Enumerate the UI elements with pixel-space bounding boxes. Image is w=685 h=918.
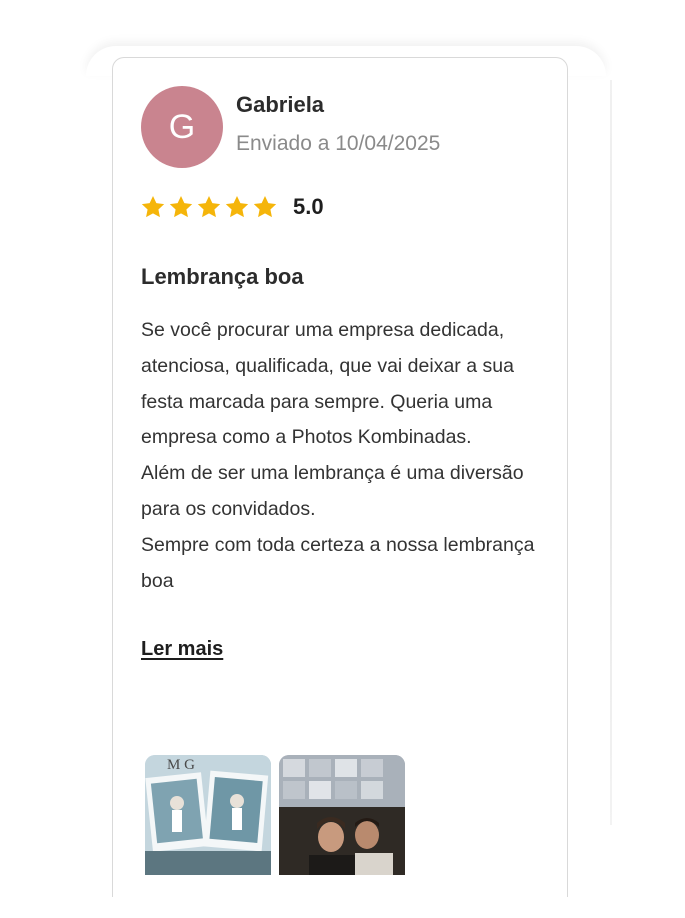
review-card: G Gabriela Enviado a 10/04/2025 5.0 Lemb… [112,57,568,897]
review-paragraph: Se você procurar uma empresa dedicada, a… [141,319,514,449]
photo-monogram: M G [167,757,195,773]
photo-booth-print-image: M G [145,755,271,875]
star-icon [169,195,193,218]
read-more-link[interactable]: Ler mais [141,638,223,661]
star-icon [225,195,249,218]
review-photo-thumbnail[interactable] [279,755,405,875]
reviewer-name: Gabriela [236,92,325,117]
rating: 5.0 [140,194,324,220]
review-paragraph: Sempre com toda certeza a nossa lembranç… [141,533,535,592]
review-title: Lembrança boa [141,264,304,289]
rating-score: 5.0 [293,194,324,219]
star-icon [253,195,277,218]
star-icon [197,195,221,218]
star-rating [140,194,278,220]
review-body: Se você procurar uma empresa dedicada, a… [141,313,551,599]
review-paragraph: Além de ser uma lembrança é uma diversão… [141,462,524,520]
review-date: Enviado a 10/04/2025 [236,132,441,155]
avatar-initial: G [168,107,196,146]
guests-photo-image [279,755,405,875]
avatar: G [141,86,223,168]
next-card-edge [610,80,612,825]
review-screen: G Gabriela Enviado a 10/04/2025 5.0 Lemb… [0,0,685,918]
star-icon [141,195,165,218]
review-photo-thumbnail[interactable]: M G [145,755,271,875]
